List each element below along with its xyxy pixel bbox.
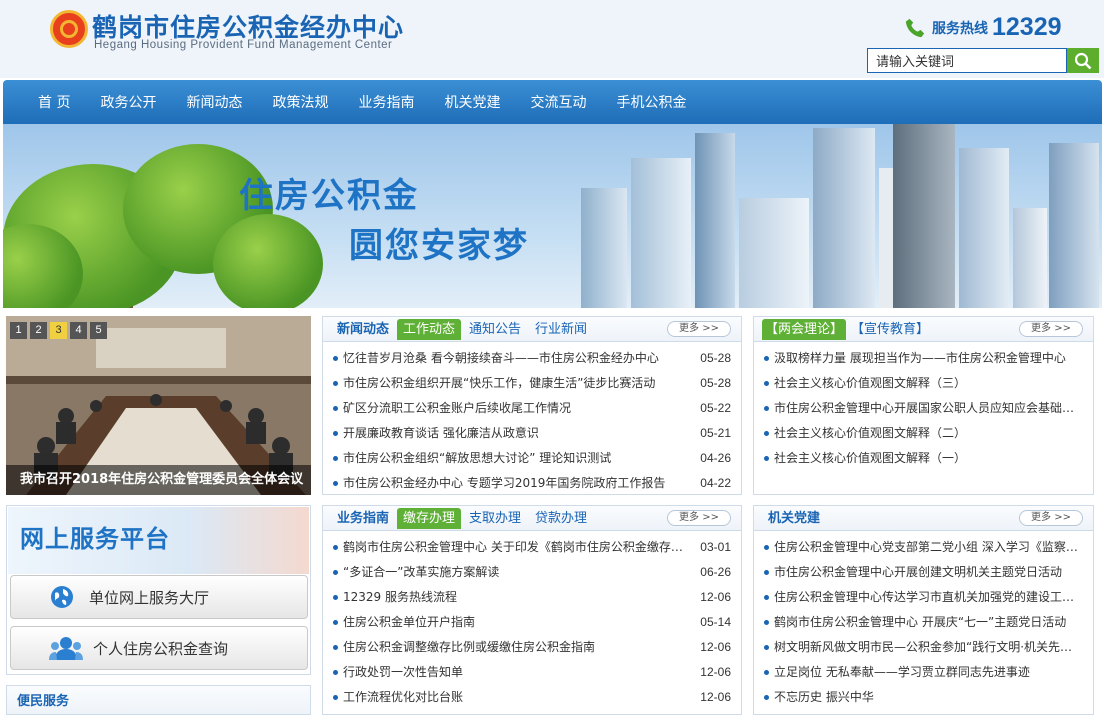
party-building-panel: 机关党建 更多 >> 住房公积金管理中心党支部第二党小组 深入学习《监察法》 市… [753, 505, 1094, 715]
hotline-number: 12329 [992, 13, 1062, 41]
list-item[interactable]: 社会主义核心价值观图文解释（三） [764, 371, 1083, 396]
list-item[interactable]: 忆往昔岁月沧桑 看今朝接续奋斗——市住房公积金经办中心 05-28 [333, 346, 731, 371]
party-list: 住房公积金管理中心党支部第二党小组 深入学习《监察法》 市住房公积金管理中心开展… [754, 531, 1093, 710]
site-header: 鹤岗市住房公积金经办中心 Hegang Housing Provident Fu… [0, 0, 1104, 78]
list-item[interactable]: 住房公积金调整缴存比例或缓缴住房公积金指南 12-06 [333, 635, 731, 660]
theory-list: 汲取榜样力量 展现担当作为——市住房公积金管理中心 社会主义核心价值观图文解释（… [754, 342, 1093, 471]
list-item[interactable]: 行政处罚一次性告知单 12-06 [333, 660, 731, 685]
banner-slogan-line1: 住房公积金 [239, 176, 419, 216]
slide-page-2[interactable]: 2 [30, 322, 47, 339]
nav-government-affairs[interactable]: 政务公开 [85, 92, 171, 112]
slide-page-4[interactable]: 4 [70, 322, 87, 339]
list-item[interactable]: 开展廉政教育谈话 强化廉洁从政意识 05-21 [333, 421, 731, 446]
phone-icon [905, 18, 925, 37]
theory-panel: 【两会理论】 【宣传教育】 更多 >> 汲取榜样力量 展现担当作为——市住房公积… [753, 316, 1094, 495]
banner-slogan-line2: 圆您安家梦 [349, 226, 529, 266]
tab-business-guide[interactable]: 业务指南 [331, 508, 395, 529]
slide-page-1[interactable]: 1 [10, 322, 27, 339]
tab-two-sessions-theory[interactable]: 【两会理论】 [762, 318, 847, 340]
convenience-services-panel: 便民服务 [6, 685, 311, 715]
hero-banner: 住房公积金 圆您安家梦 [3, 124, 1102, 308]
tab-withdrawal[interactable]: 支取办理 [463, 508, 527, 529]
unit-service-hall-label: 单位网上服务大厅 [89, 588, 210, 607]
list-item[interactable]: 不忘历史 振兴中华 [764, 685, 1083, 710]
nav-mobile[interactable]: 手机公积金 [601, 92, 701, 112]
list-item[interactable]: 鹤岗市住房公积金管理中心 关于印发《鹤岗市住房公积金缴存管理办法》03-01 [333, 535, 731, 560]
unit-service-hall-button[interactable]: 单位网上服务大厅 [10, 575, 308, 619]
list-item[interactable]: 树文明新风做文明市民—公积金参加“践行文明·机关先行”活动 [764, 635, 1083, 660]
hotline-label: 服务热线 [932, 20, 988, 37]
list-item[interactable]: 市住房公积金管理中心开展创建文明机关主题党日活动 [764, 560, 1083, 585]
list-item[interactable]: 市住房公积金组织“解放思想大讨论” 理论知识测试 04-26 [333, 446, 731, 471]
nav-news[interactable]: 新闻动态 [171, 92, 257, 112]
tab-news[interactable]: 新闻动态 [331, 319, 395, 340]
tab-party-building[interactable]: 机关党建 [762, 508, 826, 529]
search-input[interactable] [867, 48, 1067, 73]
site-subtitle: Hegang Housing Provident Fund Management… [94, 39, 393, 51]
search-button[interactable] [1067, 48, 1099, 73]
search-icon [1074, 52, 1092, 69]
service-banner-title: 网上服务平台 [20, 525, 170, 553]
tab-work-news[interactable]: 工作动态 [397, 318, 462, 340]
more-button[interactable]: 更多 >> [1019, 510, 1083, 526]
list-item[interactable]: 12329 服务热线流程 12-06 [333, 585, 731, 610]
list-item[interactable]: 市住房公积金组织开展“快乐工作，健康生活”徒步比赛活动 05-28 [333, 371, 731, 396]
users-icon [49, 637, 83, 660]
list-item[interactable]: 矿区分流职工公积金账户后续收尾工作情况 05-22 [333, 396, 731, 421]
nav-policies[interactable]: 政策法规 [257, 92, 343, 112]
nav-party-building[interactable]: 机关党建 [429, 92, 515, 112]
personal-query-label: 个人住房公积金查询 [93, 639, 229, 658]
hotline: 服务热线 12329 [904, 13, 1062, 42]
news-slideshow[interactable]: 1 2 3 4 5 我市召开2018年住房公积金管理委员会全体会议 [6, 316, 311, 495]
list-item[interactable]: 住房公积金单位开户指南 05-14 [333, 610, 731, 635]
party-panel-header: 机关党建 更多 >> [754, 506, 1093, 531]
personal-query-button[interactable]: 个人住房公积金查询 [10, 626, 308, 670]
nav-home[interactable]: 首 页 [23, 92, 85, 112]
list-item[interactable]: 立足岗位 无私奉献——学习贾立群同志先进事迹 [764, 660, 1083, 685]
news-panel: 新闻动态 工作动态 通知公告 行业新闻 更多 >> 忆往昔岁月沧桑 看今朝接续奋… [322, 316, 742, 495]
more-button[interactable]: 更多 >> [667, 321, 731, 337]
tab-publicity-education[interactable]: 【宣传教育】 [848, 319, 932, 340]
list-item[interactable]: 住房公积金管理中心党支部第二党小组 深入学习《监察法》 [764, 535, 1083, 560]
list-item[interactable]: 社会主义核心价值观图文解释（二） [764, 421, 1083, 446]
theory-panel-header: 【两会理论】 【宣传教育】 更多 >> [754, 317, 1093, 342]
list-item[interactable]: 汲取榜样力量 展现担当作为——市住房公积金管理中心 [764, 346, 1083, 371]
nav-business-guide[interactable]: 业务指南 [343, 92, 429, 112]
main-nav: 首 页 政务公开 新闻动态 政策法规 业务指南 机关党建 交流互动 手机公积金 [3, 80, 1102, 124]
list-item[interactable]: 工作流程优化对比台账 12-06 [333, 685, 731, 710]
nav-interaction[interactable]: 交流互动 [515, 92, 601, 112]
convenience-services-title[interactable]: 便民服务 [17, 690, 69, 709]
list-item[interactable]: “多证合一”改革实施方案解读 06-26 [333, 560, 731, 585]
tab-deposit[interactable]: 缴存办理 [397, 507, 462, 529]
news-panel-header: 新闻动态 工作动态 通知公告 行业新闻 更多 >> [323, 317, 741, 342]
tab-notices[interactable]: 通知公告 [463, 319, 527, 340]
tab-loan[interactable]: 贷款办理 [529, 508, 593, 529]
guide-panel-header: 业务指南 缴存办理 支取办理 贷款办理 更多 >> [323, 506, 741, 531]
news-list: 忆往昔岁月沧桑 看今朝接续奋斗——市住房公积金经办中心 05-28 市住房公积金组… [323, 342, 741, 496]
list-item[interactable]: 市住房公积金经办中心 专题学习2019年国务院政府工作报告 04-22 [333, 471, 731, 496]
list-item[interactable]: 鹤岗市住房公积金管理中心 开展庆“七一”主题党日活动 [764, 610, 1083, 635]
list-item[interactable]: 市住房公积金管理中心开展国家公职人员应知应会基础知识测试 [764, 396, 1083, 421]
more-button[interactable]: 更多 >> [1019, 321, 1083, 337]
list-item[interactable]: 住房公积金管理中心传达学习市直机关加强党的建设工作会议精神 [764, 585, 1083, 610]
guide-list: 鹤岗市住房公积金管理中心 关于印发《鹤岗市住房公积金缴存管理办法》03-01 “… [323, 531, 741, 710]
slide-caption[interactable]: 我市召开2018年住房公积金管理委员会全体会议 [6, 465, 311, 495]
slide-page-5[interactable]: 5 [90, 322, 107, 339]
list-item[interactable]: 社会主义核心价值观图文解释（一） [764, 446, 1083, 471]
slide-page-3[interactable]: 3 [50, 322, 67, 339]
business-guide-panel: 业务指南 缴存办理 支取办理 贷款办理 更多 >> 鹤岗市住房公积金管理中心 关… [322, 505, 742, 715]
more-button[interactable]: 更多 >> [667, 510, 731, 526]
tab-industry-news[interactable]: 行业新闻 [529, 319, 593, 340]
globe-icon [51, 586, 73, 608]
slide-pager: 1 2 3 4 5 [10, 322, 107, 339]
logo-icon [50, 10, 88, 48]
service-banner: 网上服务平台 [8, 507, 309, 574]
online-service-platform: 网上服务平台 单位网上服务大厅 个人住房公积金查询 [6, 505, 311, 675]
